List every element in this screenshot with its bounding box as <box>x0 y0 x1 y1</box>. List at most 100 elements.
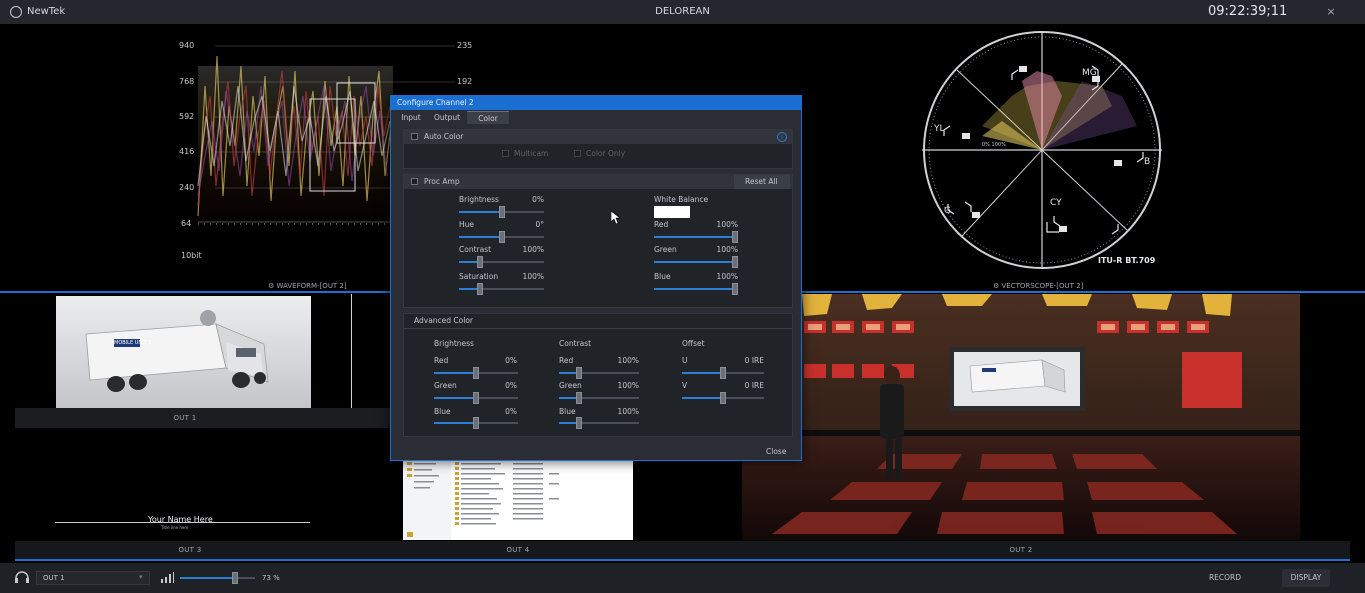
tab-output[interactable]: Output <box>429 111 465 124</box>
auto-color-label: Auto Color <box>424 132 464 141</box>
out3-monitor[interactable]: Your Name Here Title line here <box>15 430 395 540</box>
proc-amp-section: Proc Amp Reset All Brightness 0% Hue 0° … <box>403 174 793 308</box>
adv-b-blue-slider[interactable] <box>434 417 518 429</box>
hue-label: Hue <box>459 220 475 229</box>
volume-slider[interactable] <box>180 572 255 584</box>
waveform-label: ⚙ WAVEFORM-[OUT 2] <box>268 282 347 290</box>
saturation-slider-handle[interactable] <box>477 283 484 295</box>
out1-monitor[interactable]: MOBILE UNIT 1 OUT 1 <box>15 294 395 428</box>
brightness-slider-handle[interactable] <box>498 206 505 218</box>
close-window-button[interactable]: × <box>1316 2 1346 22</box>
app-name: NewTek <box>27 6 66 17</box>
adv-o-v-value: 0 IRE <box>744 381 764 390</box>
adv-o-v-slider-handle[interactable] <box>720 392 726 404</box>
saturation-slider[interactable] <box>459 283 544 295</box>
out2-monitor[interactable] <box>742 294 1300 540</box>
adv-b-red-slider[interactable] <box>434 367 518 379</box>
volume-slider-handle[interactable] <box>231 572 238 584</box>
adv-c-blue-slider-handle[interactable] <box>576 417 582 429</box>
volume-level-icon <box>160 572 174 583</box>
info-icon[interactable]: i <box>777 132 787 142</box>
adv-brightness-head: Brightness <box>434 339 474 348</box>
wb-red-slider-handle[interactable] <box>732 231 738 243</box>
color-only-checkbox[interactable] <box>574 150 581 157</box>
wb-green-slider-fill <box>654 261 738 263</box>
adv-b-red-label: Red <box>434 356 449 365</box>
adv-c-green-slider-handle[interactable] <box>576 392 582 404</box>
contrast-slider[interactable] <box>459 256 544 268</box>
adv-c-blue-slider[interactable] <box>559 417 639 429</box>
adv-b-red-slider-handle[interactable] <box>473 367 479 379</box>
contrast-label: Contrast <box>459 245 492 254</box>
truck-text: MOBILE UNIT 1 <box>114 340 152 346</box>
out4-monitor[interactable] <box>403 458 633 540</box>
adv-b-green-slider-fill <box>434 397 476 399</box>
tab-input[interactable]: Input <box>395 111 427 124</box>
window-title: DELOREAN <box>655 6 710 17</box>
wb-blue-value: 100% <box>716 272 738 281</box>
hue-slider[interactable] <box>459 231 544 243</box>
wb-blue-slider[interactable] <box>654 283 738 295</box>
adv-o-u-slider-fill <box>682 372 723 374</box>
wb-green-label: Green <box>654 245 677 254</box>
divider-line <box>351 294 352 408</box>
wb-red-slider[interactable] <box>654 231 738 243</box>
dialog-title-bar[interactable]: Configure Channel 2 <box>391 96 801 110</box>
adv-c-red-slider[interactable] <box>559 367 639 379</box>
close-button-label: Close <box>766 447 787 456</box>
virtual-set-image <box>742 294 1300 540</box>
adv-b-green-label: Green <box>434 381 457 390</box>
adv-o-u-slider[interactable] <box>682 367 764 379</box>
scope-gear-icon: ⚙ <box>268 282 277 290</box>
configure-channel-dialog: Configure Channel 2 Input Output Color A… <box>390 95 802 461</box>
waveform-tick-416: 416 <box>179 147 195 156</box>
display-button[interactable]: DISPLAY <box>1282 569 1330 587</box>
adv-c-green-slider[interactable] <box>559 392 639 404</box>
hue-slider-handle[interactable] <box>498 231 505 243</box>
tab-color[interactable]: Color <box>467 111 509 124</box>
contrast-slider-handle[interactable] <box>477 256 484 268</box>
adv-b-blue-slider-handle[interactable] <box>473 417 479 429</box>
reset-all-button[interactable]: Reset All <box>734 175 790 189</box>
chevron-down-icon: ▾ <box>139 573 143 581</box>
adv-o-u-slider-handle[interactable] <box>720 367 726 379</box>
waveform-tick-192: 192 <box>457 77 473 86</box>
adv-o-v-slider[interactable] <box>682 392 764 404</box>
lower-third-name: Your Name Here <box>148 515 213 524</box>
adv-o-u-label: U <box>682 356 688 365</box>
white-balance-label: White Balance <box>654 195 709 204</box>
wb-blue-slider-handle[interactable] <box>732 283 738 295</box>
wb-red-value: 100% <box>716 220 738 229</box>
wb-blue-slider-fill <box>654 288 738 290</box>
adv-o-v-label: V <box>682 381 688 390</box>
adv-c-blue-value: 100% <box>617 407 639 416</box>
audio-output-select[interactable]: OUT 1 ▾ <box>36 571 150 585</box>
out2-label: OUT 2 <box>1009 546 1033 554</box>
record-button[interactable]: RECORD <box>1203 569 1247 587</box>
saturation-label: Saturation <box>459 272 499 281</box>
dialog-title: Configure Channel 2 <box>397 98 474 107</box>
adv-b-green-slider[interactable] <box>434 392 518 404</box>
adv-contrast-head: Contrast <box>559 339 592 348</box>
proc-amp-checkbox[interactable] <box>411 178 418 185</box>
close-button[interactable]: Close <box>758 445 794 458</box>
footer-divider <box>15 559 1350 561</box>
brightness-slider[interactable] <box>459 206 544 218</box>
wb-red-slider-fill <box>654 236 738 238</box>
white-balance-swatch[interactable] <box>654 206 690 218</box>
out3-label: OUT 3 <box>178 546 202 554</box>
adv-b-green-slider-handle[interactable] <box>473 392 479 404</box>
wb-green-slider[interactable] <box>654 256 738 268</box>
auto-color-checkbox[interactable] <box>411 133 418 140</box>
out1-label: OUT 1 <box>173 414 197 422</box>
adv-b-blue-value: 0% <box>505 407 517 416</box>
adv-c-red-slider-handle[interactable] <box>576 367 582 379</box>
truck-image <box>85 310 269 392</box>
headphones-icon[interactable] <box>14 571 30 583</box>
newtek-logo-icon <box>10 6 22 18</box>
mouse-cursor-icon <box>610 210 621 225</box>
wb-green-slider-handle[interactable] <box>732 256 738 268</box>
vector-target-mg: MG <box>1082 68 1097 78</box>
multicam-checkbox[interactable] <box>502 150 509 157</box>
adv-b-green-value: 0% <box>505 381 517 390</box>
